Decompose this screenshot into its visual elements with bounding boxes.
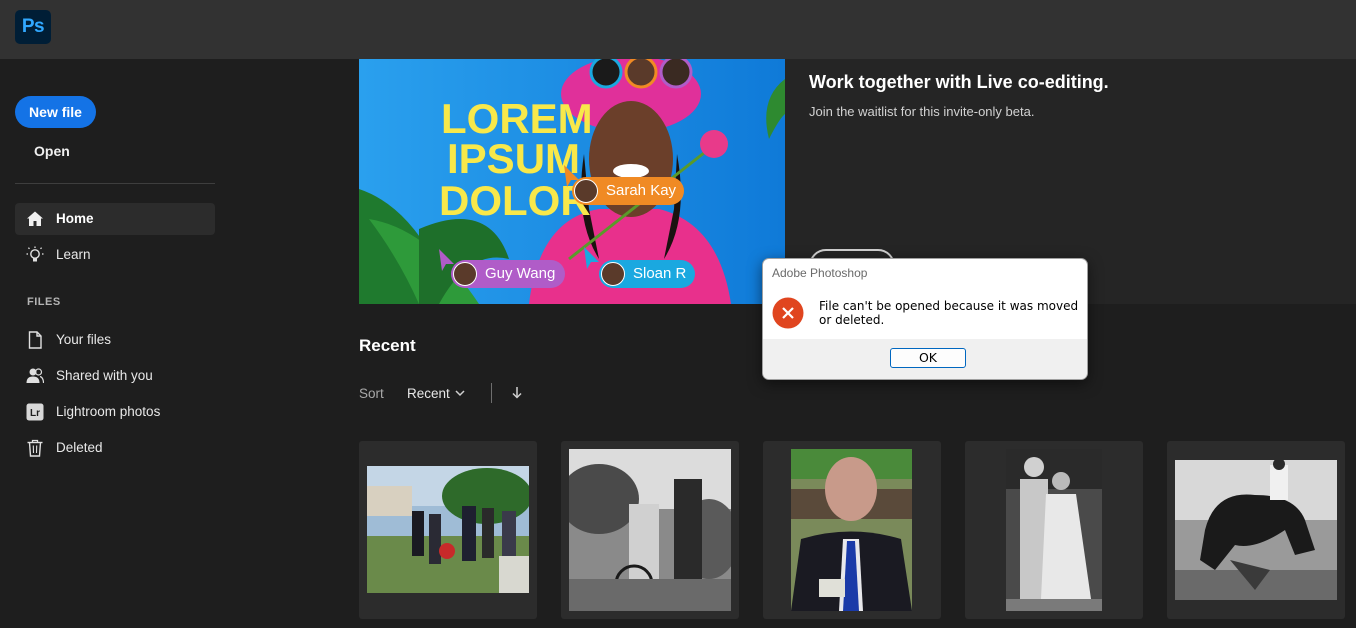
- banner-artwork: LOREM IPSUM DOLOR: [359, 59, 785, 304]
- lightroom-icon: Lr: [26, 403, 44, 421]
- avatar: [574, 179, 598, 203]
- dialog-message: File can't be opened because it was move…: [819, 299, 1079, 327]
- collaborator-tag-sloan: Sloan R: [599, 260, 695, 288]
- error-dialog: Adobe Photoshop File can't be opened bec…: [762, 258, 1088, 380]
- sidebar-item-shared[interactable]: Shared with you: [15, 360, 215, 392]
- banner-subtitle: Join the waitlist for this invite-only b…: [809, 104, 1035, 119]
- collaborator-tag-guy: Guy Wang: [451, 260, 565, 288]
- home-icon: [27, 211, 43, 226]
- svg-text:Lr: Lr: [30, 408, 40, 419]
- sidebar-item-deleted[interactable]: Deleted: [15, 432, 215, 464]
- file-thumbnail: [791, 449, 912, 611]
- collaborator-tag-sarah: Sarah Kay: [572, 177, 684, 205]
- sidebar-item-label: Deleted: [56, 440, 103, 455]
- ok-button[interactable]: OK: [890, 348, 966, 368]
- photoshop-logo[interactable]: Ps: [15, 10, 51, 44]
- file-thumbnail: [1175, 460, 1337, 600]
- document-icon: [28, 331, 42, 349]
- file-thumbnail: [569, 449, 731, 611]
- chevron-down-icon[interactable]: [453, 386, 467, 400]
- files-section-label: FILES: [27, 296, 61, 308]
- new-file-button[interactable]: New file: [15, 96, 96, 128]
- arrow-down-icon[interactable]: [510, 385, 524, 401]
- open-button[interactable]: Open: [34, 143, 70, 159]
- banner-title: Work together with Live co-editing.: [809, 72, 1109, 92]
- sort-dropdown[interactable]: Recent: [407, 386, 450, 401]
- recent-file-card[interactable]: [1167, 441, 1345, 619]
- sidebar-item-label: Learn: [56, 247, 91, 262]
- sidebar-item-label: Your files: [56, 332, 112, 347]
- dialog-title: Adobe Photoshop: [772, 266, 868, 280]
- people-icon: [26, 368, 44, 384]
- sidebar-item-label: Lightroom photos: [56, 404, 161, 419]
- file-thumbnail: [367, 466, 529, 593]
- sidebar: New file Open Home Learn FILES Your file…: [0, 59, 230, 628]
- banner-image[interactable]: LOREM IPSUM DOLOR Sarah Kay Guy Wang Slo…: [359, 59, 785, 304]
- error-icon: [772, 297, 804, 329]
- trash-icon: [27, 439, 43, 457]
- avatar: [601, 262, 625, 286]
- lightbulb-icon: [26, 246, 44, 262]
- sidebar-divider: [15, 183, 215, 184]
- sort-divider: [491, 383, 492, 403]
- sidebar-item-label: Shared with you: [56, 368, 153, 383]
- avatar: [453, 262, 477, 286]
- sidebar-item-home[interactable]: Home: [15, 203, 215, 235]
- recent-file-card[interactable]: [561, 441, 739, 619]
- recent-file-card[interactable]: [965, 441, 1143, 619]
- svg-text:IPSUM: IPSUM: [447, 135, 580, 182]
- sidebar-item-your-files[interactable]: Your files: [15, 324, 215, 356]
- recent-heading: Recent: [359, 336, 416, 355]
- recent-file-card[interactable]: [359, 441, 537, 619]
- sidebar-item-label: Home: [56, 211, 94, 226]
- sidebar-item-learn[interactable]: Learn: [15, 239, 215, 271]
- top-bar: Ps: [0, 0, 1356, 59]
- sort-label: Sort: [359, 386, 384, 401]
- sidebar-item-lightroom[interactable]: Lr Lightroom photos: [15, 396, 215, 428]
- recent-file-card[interactable]: [763, 441, 941, 619]
- file-thumbnail: [1006, 449, 1102, 611]
